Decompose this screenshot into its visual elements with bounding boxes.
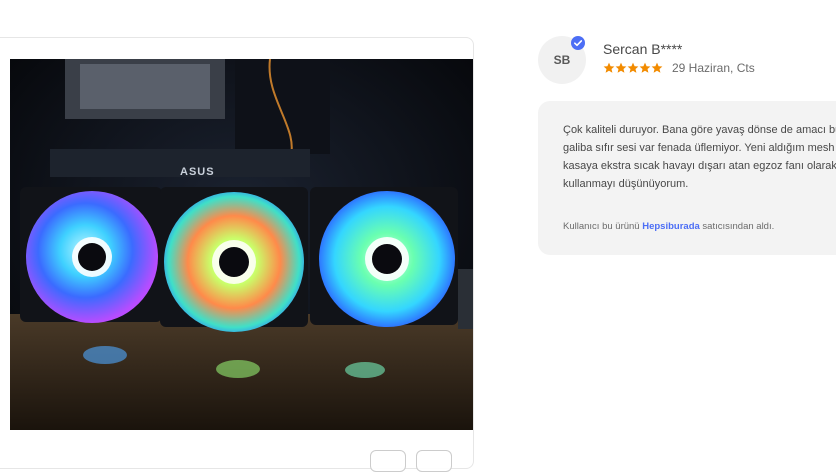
star-icon xyxy=(615,62,627,73)
asus-logo: ASUS xyxy=(180,166,215,178)
reviewer-name: Sercan B**** xyxy=(603,41,683,57)
seller-info: Kullanıcı bu ürünü Hepsiburada satıcısın… xyxy=(563,221,774,232)
review-text: Çok kaliteli duruyor. Bana göre yavaş dö… xyxy=(563,124,836,190)
rating-stars xyxy=(603,62,663,74)
photo-zoom-out-button[interactable] xyxy=(370,450,406,472)
review-photo[interactable]: ASUS xyxy=(10,59,473,430)
review-bubble: Çok kaliteli duruyor. Bana göre yavaş dö… xyxy=(538,101,836,255)
photo-zoom-in-button[interactable] xyxy=(416,450,452,472)
star-icon xyxy=(651,62,663,73)
star-icon xyxy=(639,62,651,73)
verified-badge-icon xyxy=(571,36,585,50)
seller-link[interactable]: Hepsiburada xyxy=(642,221,700,232)
seller-suffix: satıcısından aldı. xyxy=(702,221,775,232)
star-icon xyxy=(603,62,615,73)
star-icon xyxy=(627,62,639,73)
review-date: 29 Haziran, Cts xyxy=(672,61,755,75)
seller-prefix: Kullanıcı bu ürünü xyxy=(563,221,640,232)
